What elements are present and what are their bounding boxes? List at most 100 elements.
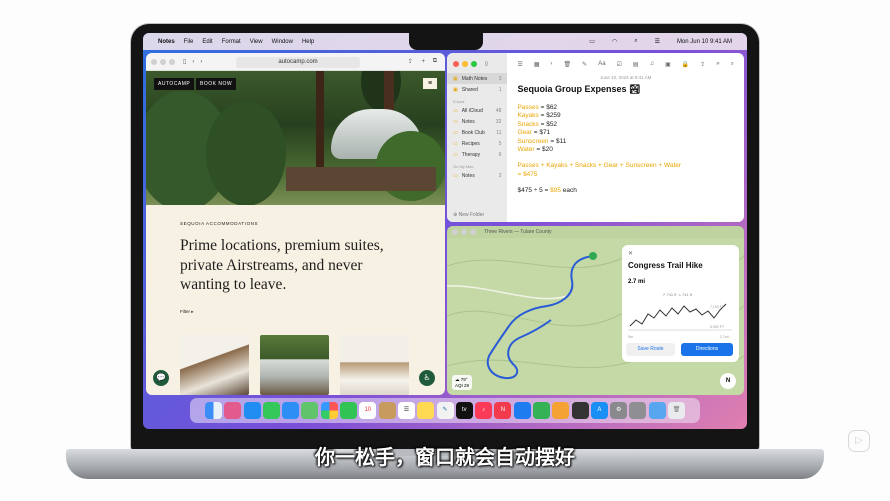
trash-icon[interactable]: 🗑: [564, 61, 572, 68]
compose-icon[interactable]: ✎: [582, 61, 587, 68]
folder-book-club[interactable]: ▭ Book Club 11: [447, 127, 507, 138]
facetime-icon[interactable]: [340, 402, 358, 419]
menu-file[interactable]: File: [184, 39, 194, 45]
folder-therapy[interactable]: ▭ Therapy 6: [447, 149, 507, 160]
search-icon[interactable]: ⌕: [731, 61, 734, 68]
folder-shared[interactable]: ▣ Shared 1: [447, 84, 507, 95]
accessibility-icon[interactable]: ♿: [419, 370, 435, 386]
split-line[interactable]: $475 ÷ 5 = $95 each: [517, 187, 734, 195]
forward-icon[interactable]: ›: [200, 59, 202, 65]
close-button[interactable]: [453, 61, 459, 67]
tabs-icon[interactable]: ⧉: [433, 58, 437, 65]
menu-view[interactable]: View: [250, 39, 263, 45]
search-icon[interactable]: ⌕: [634, 38, 637, 45]
menu-window[interactable]: Window: [272, 39, 293, 45]
minimize-button[interactable]: [461, 229, 467, 235]
mail-icon[interactable]: [282, 402, 300, 419]
back-icon[interactable]: ‹: [192, 59, 194, 65]
close-button[interactable]: [151, 58, 157, 65]
system-settings-icon[interactable]: ⚙: [610, 402, 628, 419]
zoom-button[interactable]: [471, 61, 477, 67]
minimize-button[interactable]: [462, 61, 468, 67]
numbers-icon[interactable]: [532, 402, 550, 419]
expense-line[interactable]: Gear = $71: [517, 129, 734, 137]
menu-format[interactable]: Format: [222, 39, 241, 45]
note-title[interactable]: Sequoia Group Expenses 🏞: [517, 84, 734, 95]
keynote-icon[interactable]: [513, 402, 531, 419]
trail-start-marker[interactable]: [589, 252, 597, 260]
chat-icon[interactable]: 💬: [153, 370, 169, 386]
notes-app-icon[interactable]: [417, 402, 435, 419]
share-icon[interactable]: ⇪: [408, 58, 413, 65]
freeform-icon[interactable]: ✎: [436, 402, 454, 419]
sum-expression[interactable]: Passes + Kayaks + Snacks + Gear + Sunscr…: [517, 162, 734, 170]
airstream-photo[interactable]: [260, 335, 329, 395]
finder-icon[interactable]: [204, 402, 222, 419]
folder-recipes[interactable]: ▭ Recipes 5: [447, 138, 507, 149]
menu-help[interactable]: Help: [302, 39, 314, 45]
zoom-button[interactable]: [470, 229, 476, 235]
music-icon[interactable]: ♪: [475, 402, 493, 419]
lock-icon[interactable]: 🔒: [682, 61, 689, 68]
menubar-clock[interactable]: Mon Jun 10 9:41 AM: [677, 39, 732, 45]
expense-line[interactable]: Snacks = $52: [517, 121, 734, 129]
battery-icon[interactable]: ▭: [589, 38, 595, 45]
folder-mac-notes[interactable]: ▭ Notes 2: [447, 170, 507, 181]
autocamp-logo[interactable]: AUTOCAMP: [154, 78, 195, 90]
sidebar-toggle-icon[interactable]: ▯: [485, 61, 488, 67]
folder-math-notes[interactable]: ▦ Math Notes 3: [447, 73, 508, 84]
hamburger-menu-icon[interactable]: ≡: [423, 78, 437, 89]
trash-icon[interactable]: 🗑: [668, 402, 686, 419]
expense-line[interactable]: Water = $20: [517, 146, 734, 154]
new-tab-icon[interactable]: +: [421, 59, 425, 65]
menu-edit[interactable]: Edit: [202, 39, 212, 45]
url-bar[interactable]: autocamp.com: [236, 57, 360, 68]
compass-icon[interactable]: N: [720, 373, 736, 389]
more-icon[interactable]: »: [716, 61, 719, 67]
back-icon[interactable]: ‹: [551, 61, 553, 67]
close-icon[interactable]: ✕: [628, 250, 733, 257]
filter-link[interactable]: Filter ▸: [180, 309, 411, 315]
news-icon[interactable]: N: [494, 402, 512, 419]
save-route-button[interactable]: Save Route: [626, 343, 675, 356]
bedroom-photo[interactable]: [340, 335, 409, 395]
close-button[interactable]: [452, 229, 458, 235]
interior-photo[interactable]: [180, 335, 249, 395]
passwords-icon[interactable]: [629, 402, 647, 419]
maps-icon[interactable]: [301, 402, 319, 419]
iphone-mirroring-icon[interactable]: [571, 402, 589, 419]
app-menu[interactable]: Notes: [158, 39, 175, 45]
expense-line[interactable]: Kayaks = $259: [517, 112, 734, 120]
new-folder-button[interactable]: ⊕ New Folder: [453, 212, 484, 218]
control-center-icon[interactable]: ☰: [655, 38, 660, 45]
calendar-icon[interactable]: 10: [359, 402, 377, 419]
media-icon[interactable]: ▣: [665, 61, 671, 68]
tv-icon[interactable]: tv: [455, 402, 473, 419]
zoom-button[interactable]: [169, 58, 175, 65]
share-icon[interactable]: ⇪: [700, 61, 705, 68]
pages-icon[interactable]: [552, 402, 570, 419]
downloads-folder-icon[interactable]: [648, 402, 666, 419]
contacts-icon[interactable]: [378, 402, 396, 419]
app-store-icon[interactable]: A: [590, 402, 608, 419]
folder-all-icloud[interactable]: ▭ All iCloud 48: [447, 105, 507, 116]
expense-line[interactable]: Sunscreen = $11: [517, 138, 734, 146]
directions-button[interactable]: Directions: [681, 343, 733, 356]
book-now-button[interactable]: BOOK NOW: [196, 78, 237, 90]
format-icon[interactable]: Aa: [598, 61, 605, 67]
folder-notes[interactable]: ▭ Notes 32: [447, 116, 507, 127]
table-icon[interactable]: ▤: [633, 61, 639, 68]
minimize-button[interactable]: [160, 58, 166, 65]
reminders-icon[interactable]: ☰: [397, 402, 415, 419]
messages-icon[interactable]: [262, 402, 280, 419]
list-view-icon[interactable]: ☰: [517, 61, 522, 68]
checklist-icon[interactable]: ☑: [617, 61, 622, 68]
expense-line[interactable]: Passes = $62: [517, 104, 734, 112]
safari-icon[interactable]: [243, 402, 261, 419]
maps-window[interactable]: Three Rivers — Tulare County ✕ Congress …: [447, 226, 744, 395]
wifi-icon[interactable]: ◠: [612, 38, 617, 45]
launchpad-icon[interactable]: [224, 402, 242, 419]
photos-icon[interactable]: [320, 402, 338, 419]
weather-badge[interactable]: ☁ 79° AQI 29: [452, 375, 473, 390]
gallery-view-icon[interactable]: ▦: [534, 61, 540, 68]
